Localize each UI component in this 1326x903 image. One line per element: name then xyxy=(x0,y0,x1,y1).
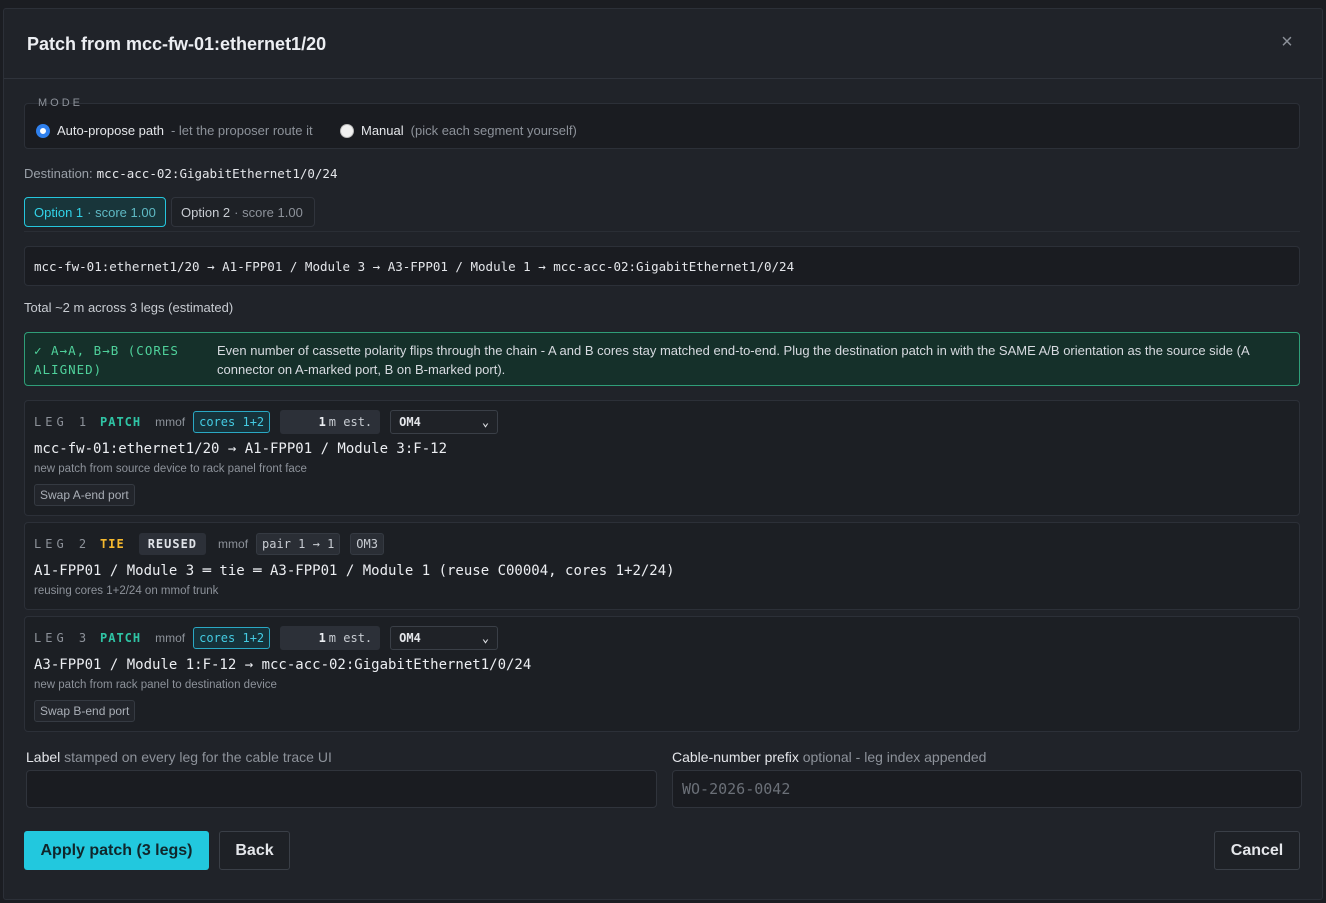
prefix-field-title: Cable-number prefix xyxy=(672,749,799,765)
leg-path: A3-FPP01 / Module 1:F-12 → mcc-acc-02:Gi… xyxy=(34,657,532,673)
cancel-button[interactable]: Cancel xyxy=(1214,831,1300,870)
length-input[interactable]: 1m est. xyxy=(280,410,381,434)
swap-a-end-button[interactable]: Swap A-end port xyxy=(34,484,135,506)
length-unit: m est. xyxy=(328,631,373,645)
label-field-title: Label xyxy=(26,749,61,765)
apply-patch-button[interactable]: Apply patch (3 legs) xyxy=(24,831,209,870)
leg-type: PATCH xyxy=(100,631,142,645)
leg-type: TIE xyxy=(100,537,125,551)
fiber-select[interactable]: OM4 ⌄ xyxy=(390,410,499,434)
leg-media: mmof xyxy=(155,631,186,645)
reused-badge: REUSED xyxy=(138,533,207,555)
polarity-banner: ✓ A→A, B→B (CORES ALIGNED) Even number o… xyxy=(24,332,1300,386)
destination-value: mcc-acc-02:GigabitEthernet1/0/24 xyxy=(96,166,338,181)
leg-type: PATCH xyxy=(100,415,142,429)
manual-hint: (pick each segment yourself) xyxy=(410,123,577,138)
dialog-title: Patch from mcc-fw-01:ethernet1/20 xyxy=(27,34,327,54)
close-icon[interactable]: × xyxy=(1278,32,1296,52)
auto-radio[interactable] xyxy=(36,123,50,138)
mode-section: Auto-propose path - let the proposer rou… xyxy=(24,103,1300,149)
leg-card: LEG 1 PATCH mmof cores 1+2 1m est. OM4 ⌄ … xyxy=(24,400,1300,516)
auto-label: Auto-propose path xyxy=(57,123,164,138)
dialog-header: Patch from mcc-fw-01:ethernet1/20 × xyxy=(4,9,1322,79)
leg-id: LEG 1 xyxy=(34,415,91,429)
leg-card: LEG 2 TIE REUSED mmof pair 1 → 1 OM3 A1-… xyxy=(24,522,1300,610)
tab-option-1[interactable]: Option 1 · score 1.00 xyxy=(24,197,166,227)
option-1-label: Option 1 xyxy=(34,204,84,220)
leg-path: A1-FPP01 / Module 3 ═ tie ═ A3-FPP01 / M… xyxy=(34,563,675,579)
cores-badge[interactable]: cores 1+2 xyxy=(193,627,271,649)
leg-header: LEG 2 TIE REUSED mmof pair 1 → 1 OM3 xyxy=(34,532,394,556)
route-total: Total ~2 m across 3 legs (estimated) xyxy=(24,300,234,315)
leg-header: LEG 1 PATCH mmof cores 1+2 1m est. OM4 ⌄ xyxy=(34,410,499,434)
tab-option-2[interactable]: Option 2 · score 1.00 xyxy=(171,197,315,227)
polarity-tag: ✓ A→A, B→B (CORES ALIGNED) xyxy=(34,343,179,377)
fiber-value: OM4 xyxy=(399,631,421,645)
cores-badge[interactable]: cores 1+2 xyxy=(193,411,271,433)
label-field-label: Label stamped on every leg for the cable… xyxy=(26,749,332,765)
mode-auto-option[interactable]: Auto-propose path - let the proposer rou… xyxy=(36,123,313,138)
fiber-badge: OM3 xyxy=(350,533,384,555)
leg-media: mmof xyxy=(218,537,249,551)
length-value: 1 xyxy=(318,631,326,645)
prefix-field-label: Cable-number prefix optional - leg index… xyxy=(672,749,986,765)
leg-id: LEG 3 xyxy=(34,631,91,645)
leg-path: mcc-fw-01:ethernet1/20 → A1-FPP01 / Modu… xyxy=(34,441,448,457)
leg-media: mmof xyxy=(155,415,186,429)
leg-id: LEG 2 xyxy=(34,537,91,551)
mode-section-label: MODE xyxy=(38,97,83,109)
destination-label: Destination: xyxy=(24,166,93,181)
prefix-field-hint: optional - leg index appended xyxy=(802,749,987,765)
length-input[interactable]: 1m est. xyxy=(280,626,381,650)
back-button[interactable]: Back xyxy=(219,831,290,870)
length-value: 1 xyxy=(318,415,326,429)
label-input[interactable] xyxy=(26,770,657,808)
label-field-hint: stamped on every leg for the cable trace… xyxy=(64,749,332,765)
manual-label: Manual xyxy=(361,123,404,138)
option-2-score: · score 1.00 xyxy=(234,204,303,220)
fiber-select[interactable]: OM4 ⌄ xyxy=(390,626,499,650)
leg-header: LEG 3 PATCH mmof cores 1+2 1m est. OM4 ⌄ xyxy=(34,626,499,650)
cable-prefix-input[interactable] xyxy=(672,770,1302,808)
length-unit: m est. xyxy=(328,415,373,429)
mode-manual-option[interactable]: Manual (pick each segment yourself) xyxy=(340,123,577,138)
leg-description: new patch from rack panel to destination… xyxy=(34,679,277,691)
route-path: mcc-fw-01:ethernet1/20 → A1-FPP01 / Modu… xyxy=(24,246,1300,286)
chevron-down-icon: ⌄ xyxy=(481,631,490,645)
option-1-score: · score 1.00 xyxy=(87,204,156,220)
leg-description: reusing cores 1+2/24 on mmof trunk xyxy=(34,585,219,597)
options-divider xyxy=(24,231,1300,232)
leg-card: LEG 3 PATCH mmof cores 1+2 1m est. OM4 ⌄ … xyxy=(24,616,1300,732)
destination: Destination: mcc-acc-02:GigabitEthernet1/… xyxy=(24,166,337,181)
fiber-value: OM4 xyxy=(399,415,421,429)
manual-radio[interactable] xyxy=(340,123,354,138)
option-2-label: Option 2 xyxy=(181,204,231,220)
swap-b-end-button[interactable]: Swap B-end port xyxy=(34,700,136,722)
chevron-down-icon: ⌄ xyxy=(481,415,490,429)
auto-hint: - let the proposer route it xyxy=(170,123,313,138)
polarity-message: Even number of cassette polarity flips t… xyxy=(217,343,1249,377)
leg-description: new patch from source device to rack pan… xyxy=(34,463,307,475)
pair-badge: pair 1 → 1 xyxy=(256,533,341,555)
